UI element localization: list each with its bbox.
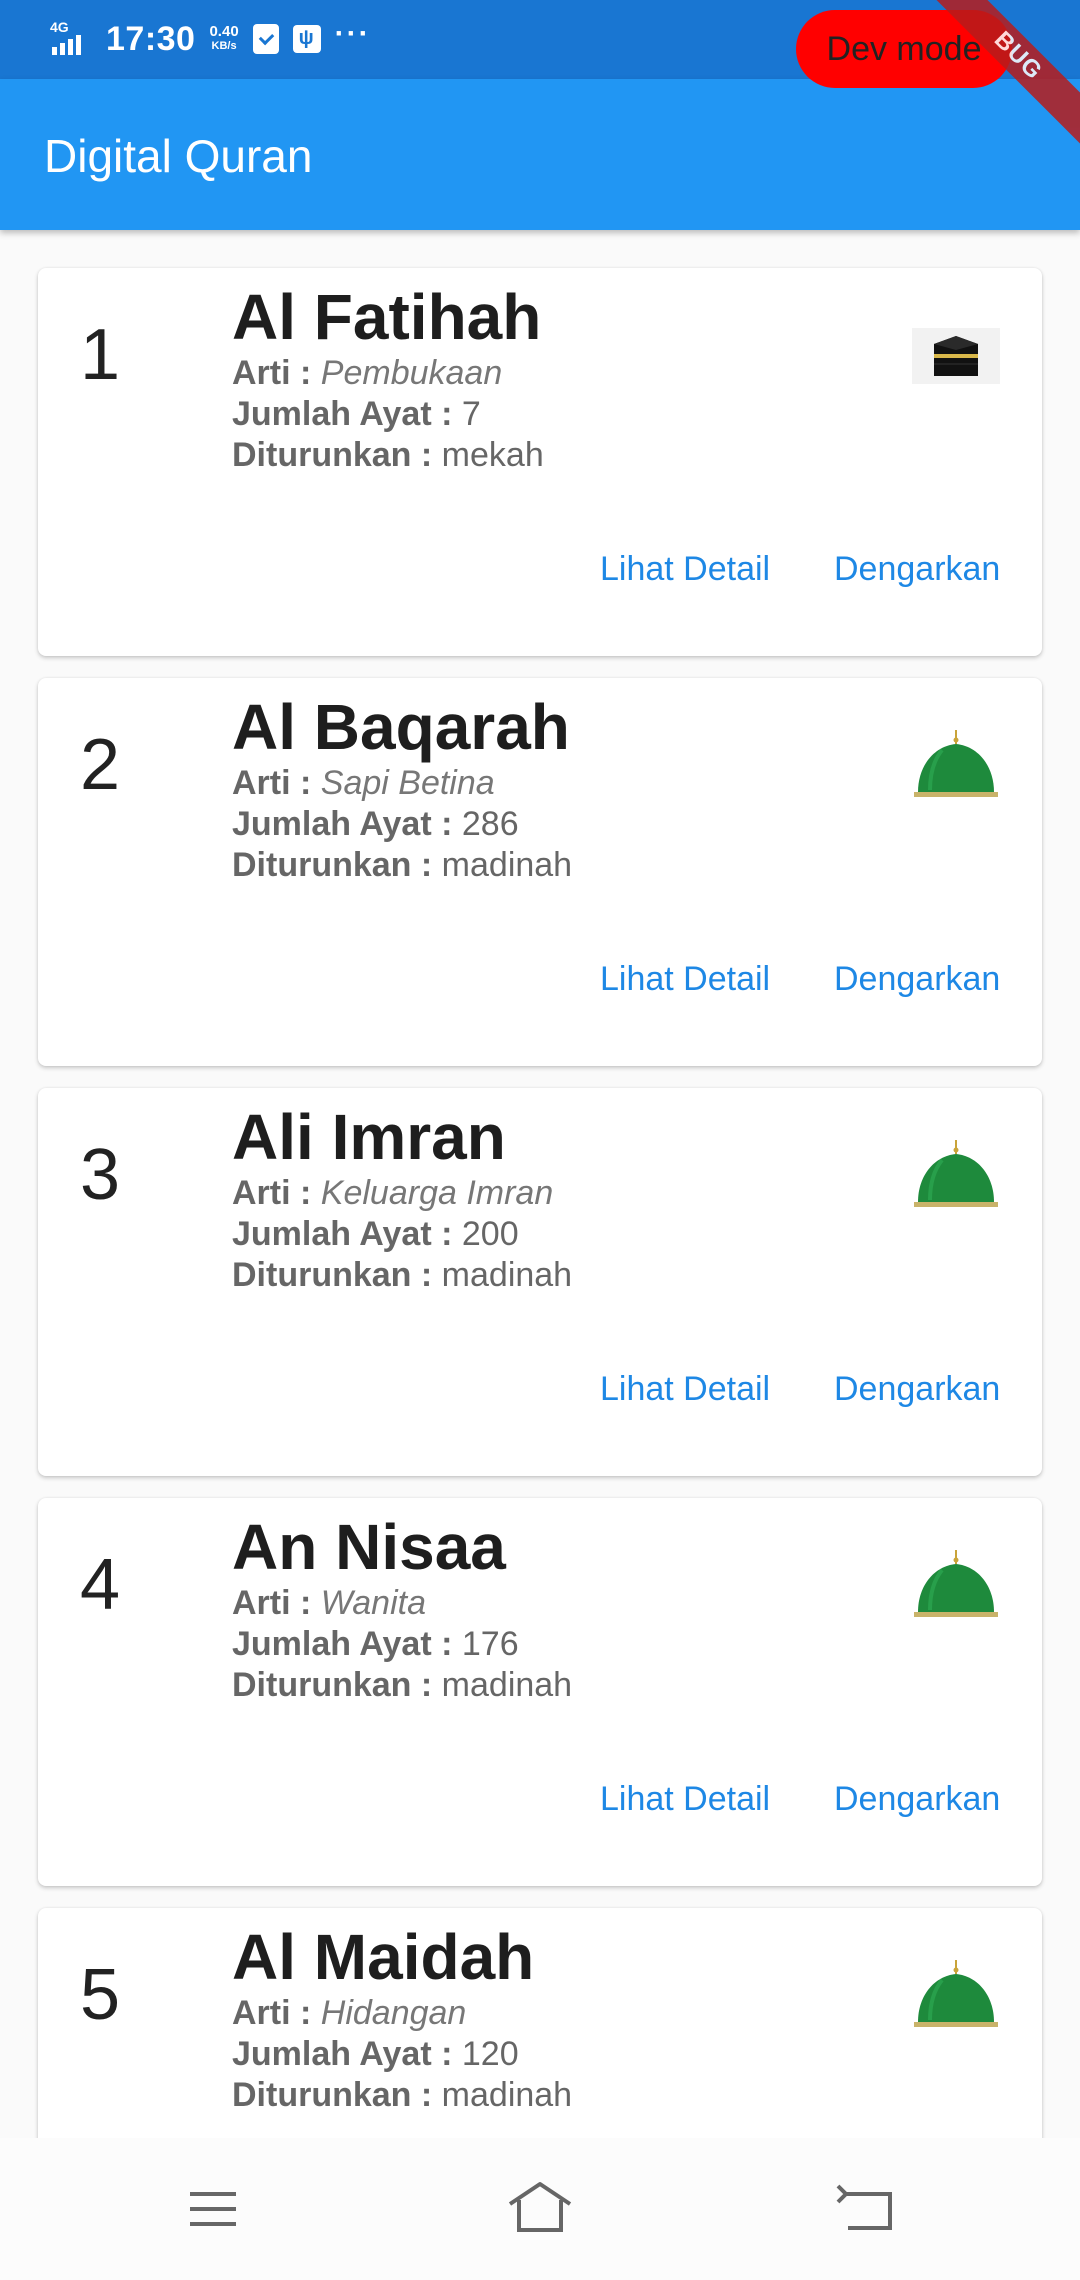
view-detail-button[interactable]: Lihat Detail bbox=[600, 550, 770, 589]
menu-icon[interactable] bbox=[178, 2174, 248, 2244]
listen-button[interactable]: Dengarkan bbox=[834, 1780, 1000, 1819]
view-detail-button[interactable]: Lihat Detail bbox=[600, 960, 770, 999]
signal-icon: 4G bbox=[50, 19, 96, 59]
surah-card[interactable]: 4 An Nisaa Arti : Wanita Jumlah Ayat : 176 D… bbox=[38, 1498, 1042, 1886]
surah-meaning: Arti : Sapi Betina bbox=[232, 764, 495, 802]
surah-revelation-place: Diturunkan : madinah bbox=[232, 1666, 573, 1704]
surah-revelation-place: Diturunkan : madinah bbox=[232, 2076, 573, 2114]
kaaba-icon bbox=[912, 328, 1000, 384]
listen-button[interactable]: Dengarkan bbox=[834, 1370, 1000, 1409]
surah-verse-count: Jumlah Ayat : 200 bbox=[232, 1215, 519, 1253]
surah-name: Al Baqarah bbox=[232, 691, 570, 763]
listen-button[interactable]: Dengarkan bbox=[834, 550, 1000, 589]
surah-meaning: Arti : Wanita bbox=[232, 1584, 426, 1622]
surah-card[interactable]: 1 Al Fatihah Arti : Pembukaan Jumlah Ayat :… bbox=[38, 268, 1042, 656]
listen-button[interactable]: Dengarkan bbox=[834, 960, 1000, 999]
surah-number: 5 bbox=[80, 1955, 121, 2035]
surah-name: Al Maidah bbox=[232, 1921, 535, 1993]
surah-revelation-place: Diturunkan : mekah bbox=[232, 436, 544, 474]
surah-revelation-place: Diturunkan : madinah bbox=[232, 846, 573, 884]
green-dome-icon bbox=[914, 1140, 998, 1207]
more-notifications-icon: ··· bbox=[334, 17, 371, 50]
dev-mode-button[interactable]: Dev mode bbox=[796, 10, 1012, 88]
usb-icon bbox=[292, 25, 321, 53]
surah-name: Al Fatihah bbox=[232, 281, 542, 353]
surah-verse-count: Jumlah Ayat : 7 bbox=[232, 395, 481, 433]
surah-card[interactable]: 5 Al Maidah Arti : Hidangan Jumlah Ayat : 1… bbox=[38, 1908, 1042, 2138]
surah-verse-count: Jumlah Ayat : 176 bbox=[232, 1625, 519, 1663]
surah-number: 2 bbox=[80, 725, 121, 805]
network-type: 4G bbox=[50, 19, 69, 35]
surah-card[interactable]: 2 Al Baqarah Arti : Sapi Betina Jumlah Ayat… bbox=[38, 678, 1042, 1066]
surah-revelation-place: Diturunkan : madinah bbox=[232, 1256, 573, 1294]
surah-meaning: Arti : Pembukaan bbox=[232, 354, 503, 392]
surah-meaning: Arti : Keluarga Imran bbox=[232, 1174, 554, 1212]
green-dome-icon bbox=[914, 1550, 998, 1617]
home-icon[interactable] bbox=[505, 2174, 575, 2244]
view-detail-button[interactable]: Lihat Detail bbox=[600, 1370, 770, 1409]
surah-meaning: Arti : Hidangan bbox=[232, 1994, 467, 2032]
green-dome-icon bbox=[914, 730, 998, 797]
network-speed: 0.40 KB/s bbox=[209, 23, 239, 52]
clipboard-check-icon bbox=[252, 24, 279, 54]
surah-number: 3 bbox=[80, 1135, 121, 1215]
status-time: 17:30 bbox=[106, 19, 196, 58]
app-bar: Digital Quran bbox=[0, 79, 1080, 230]
surah-name: An Nisaa bbox=[232, 1511, 506, 1583]
surah-verse-count: Jumlah Ayat : 120 bbox=[232, 2035, 519, 2073]
view-detail-button[interactable]: Lihat Detail bbox=[600, 1780, 770, 1819]
green-dome-icon bbox=[914, 1960, 998, 2027]
surah-name: Ali Imran bbox=[232, 1101, 506, 1173]
surah-card[interactable]: 3 Ali Imran Arti : Keluarga Imran Jumlah Ay… bbox=[38, 1088, 1042, 1476]
back-icon[interactable] bbox=[832, 2174, 902, 2244]
screen: 4G 17:30 0.40 KB/s ··· Dev mode BUG Digi… bbox=[0, 0, 1080, 2280]
surah-number: 4 bbox=[80, 1545, 121, 1625]
app-title: Digital Quran bbox=[44, 130, 313, 182]
surah-verse-count: Jumlah Ayat : 286 bbox=[232, 805, 519, 843]
navigation-bar bbox=[0, 2138, 1080, 2280]
surah-number: 1 bbox=[80, 315, 121, 395]
surah-list[interactable]: 1 Al Fatihah Arti : Pembukaan Jumlah Ayat :… bbox=[0, 230, 1080, 2138]
